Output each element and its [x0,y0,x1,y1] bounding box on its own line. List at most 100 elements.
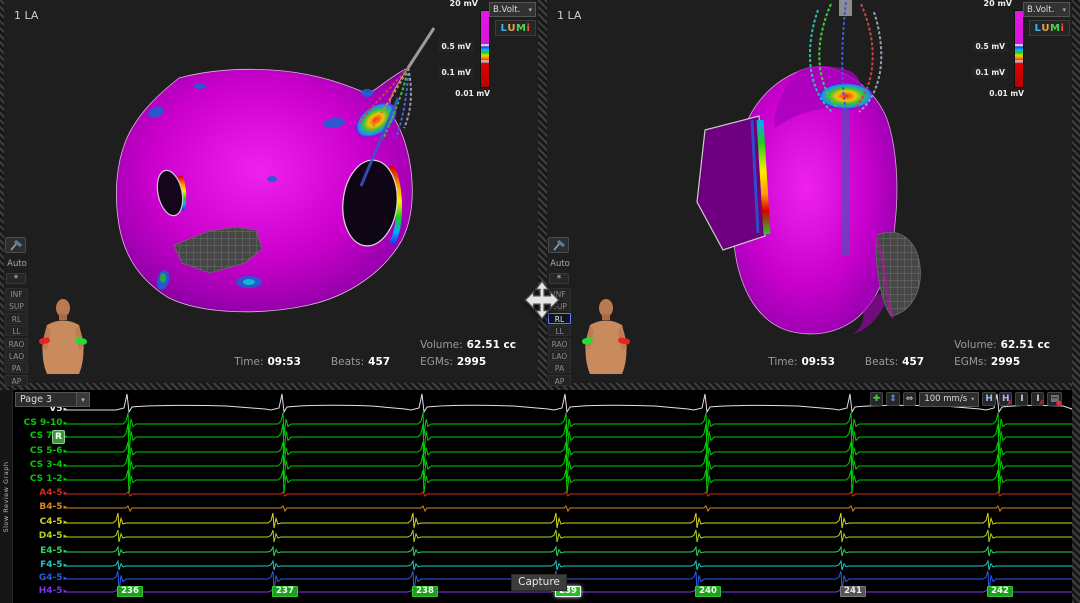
channel-arrow-icon: ▸ [63,532,67,540]
app-window: 1 LA Auto * INFSUPRLLLRAOLAOPAAP 20 mV [0,0,1080,603]
scale-max-label: 20 mV [984,0,1012,8]
patient-orientation-torso[interactable] [582,298,630,382]
channel-arrow-icon: ▸ [63,405,67,413]
channel-arrow-icon: ▸ [63,503,67,511]
lumipoint-button[interactable]: LUMi [495,20,536,36]
horizontal-caliper-button[interactable]: ⇔ [903,392,917,406]
patient-orientation-torso[interactable] [39,298,87,382]
map-panel-right: 1 LA Auto * INFSUPRLLLRAOLAOPAAP 20 mV [547,0,1072,383]
view-button-ap[interactable]: AP [548,375,571,386]
map-title: 1 LA [14,9,38,22]
channel-arrow-icon: ▸ [63,475,67,483]
review-panel-divider[interactable] [0,383,1080,390]
view-button-sup[interactable]: SUP [5,300,28,311]
sidebar-label: Slow Review Graph [2,461,10,532]
view-button-pa[interactable]: PA [548,362,571,373]
view-button-ap[interactable]: AP [5,375,28,386]
channel-arrow-icon: ▸ [63,461,67,469]
horizontal-caliper-show-button[interactable]: H [982,392,996,406]
trace-cs-9-10 [64,413,1072,436]
export-snapshot-button[interactable]: ▤● [1047,392,1062,406]
scale-upper-label[interactable]: 0.5 mV [972,41,1008,52]
beat-number-236[interactable]: 236 [117,586,143,597]
voltage-color-scale: 20 mV 0.5 mV 0.1 mV 0.01 mV [430,0,490,102]
move-cursor [522,280,562,320]
egm-traces[interactable] [0,390,1080,603]
edit-tool-button[interactable] [5,237,26,253]
vertical-caliper-button[interactable]: ⇕ [886,392,900,406]
lumipoint-button[interactable]: LUMi [1029,20,1070,36]
channel-label-e4-5[interactable]: E4-5▸ [13,546,67,556]
beat-number-238[interactable]: 238 [412,586,438,597]
channel-arrow-icon: ▸ [63,587,67,595]
scale-upper-label[interactable]: 0.5 mV [438,41,474,52]
view-button-ll[interactable]: LL [5,325,28,336]
delete-badge-icon: ✗ [1007,399,1013,407]
channel-label-cs-1-2[interactable]: CS 1-2▸ [13,474,67,484]
trace-b4-5 [64,506,1072,511]
sweep-speed-select[interactable]: 100 mm/s▾ [919,392,979,407]
beat-number-242[interactable]: 242 [987,586,1013,597]
orientation-toolbar-left: Auto * INFSUP RLLL RAOLAOPA AP [5,237,29,387]
channel-arrow-icon: ▸ [63,447,67,455]
capture-button[interactable]: Capture [511,574,567,591]
horizontal-caliper-delete-button[interactable]: H✗ [999,392,1013,406]
beat-number-241[interactable]: 241 [840,586,866,597]
channel-arrow-icon: ▸ [63,518,67,526]
beat-number-240[interactable]: 240 [695,586,721,597]
trace-a4-5 [64,492,1072,496]
map-panel-left: 1 LA Auto * INFSUPRLLLRAOLAOPAAP 20 mV [4,0,538,383]
review-graph-panel: Slow Review Graph Page 3 ▾ ✚⇕⇔100 mm/s▾H… [0,390,1080,603]
chevron-down-icon: ▾ [1062,6,1066,14]
view-button-lao[interactable]: LAO [5,350,28,361]
channel-arrow-icon: ▸ [63,547,67,555]
map-stats: Volume:62.51 cc Time:09:53 Beats:457 EGM… [768,339,1050,368]
beat-number-237[interactable]: 237 [272,586,298,597]
edit-tool-button[interactable] [548,237,569,253]
channel-label-cs-9-10[interactable]: CS 9-10▸ [13,418,67,428]
channel-label-a4-5[interactable]: A4-5▸ [13,488,67,498]
asterisk-button[interactable]: * [6,273,26,284]
voltage-color-scale: 20 mV 0.5 mV 0.1 mV 0.01 mV [964,0,1024,102]
channel-arrow-icon: ▸ [63,574,67,582]
chevron-down-icon: ▾ [528,6,532,14]
auto-button[interactable]: Auto [548,258,572,271]
view-button-rl[interactable]: RL [5,313,28,324]
color-scale-bar[interactable] [480,10,490,88]
view-button-pa[interactable]: PA [5,362,28,373]
slow-review-graph-tab[interactable]: Slow Review Graph [0,390,13,603]
scale-min-label: 0.01 mV [455,89,490,98]
auto-button[interactable]: Auto [5,258,29,271]
view-button-rao[interactable]: RAO [548,338,571,349]
channel-label-f4-5[interactable]: F4-5▸ [13,560,67,570]
channel-label-c4-5[interactable]: C4-5▸ [13,517,67,527]
delete-badge-icon: ✗ [1039,399,1045,407]
channel-label-cs-5-6[interactable]: CS 5-6▸ [13,446,67,456]
scale-lower-label[interactable]: 0.1 mV [438,67,474,78]
scale-min-label: 0.01 mV [989,89,1024,98]
view-button-inf[interactable]: INF [5,288,28,299]
add-annotation-button[interactable]: ✚ [870,392,884,406]
view-button-rao[interactable]: RAO [5,338,28,349]
color-scale-bar[interactable] [1014,10,1024,88]
channel-label-cs-3-4[interactable]: CS 3-4▸ [13,460,67,470]
chevron-down-icon: ▾ [971,395,974,403]
view-button-ll[interactable]: LL [548,325,571,336]
map-type-dropdown[interactable]: B.Volt. ▾ [1023,2,1070,17]
channel-label-h4-5[interactable]: H4-5▸ [13,586,67,596]
view-button-lao[interactable]: LAO [548,350,571,361]
reference-channel-badge[interactable]: R [52,430,65,444]
channel-arrow-icon: ▸ [63,489,67,497]
panel-divider[interactable] [538,0,547,383]
channel-label-g4-5[interactable]: G4-5▸ [13,573,67,583]
channel-label-v5[interactable]: V5▸ [13,404,67,414]
channel-label-b4-5[interactable]: B4-5▸ [13,502,67,512]
interval-caliper-delete-button[interactable]: I✗ [1031,392,1044,406]
map-type-dropdown[interactable]: B.Volt. ▾ [489,2,536,17]
scale-lower-label[interactable]: 0.1 mV [972,67,1008,78]
map-title: 1 LA [557,9,581,22]
channel-label-d4-5[interactable]: D4-5▸ [13,531,67,541]
interval-caliper-show-button[interactable]: I [1015,392,1028,406]
channel-label-column: V5▸CS 9-10▸CS 7-8▸CS 5-6▸CS 3-4▸CS 1-2▸A… [13,390,67,603]
right-edge-scrollbar[interactable] [1072,0,1080,603]
